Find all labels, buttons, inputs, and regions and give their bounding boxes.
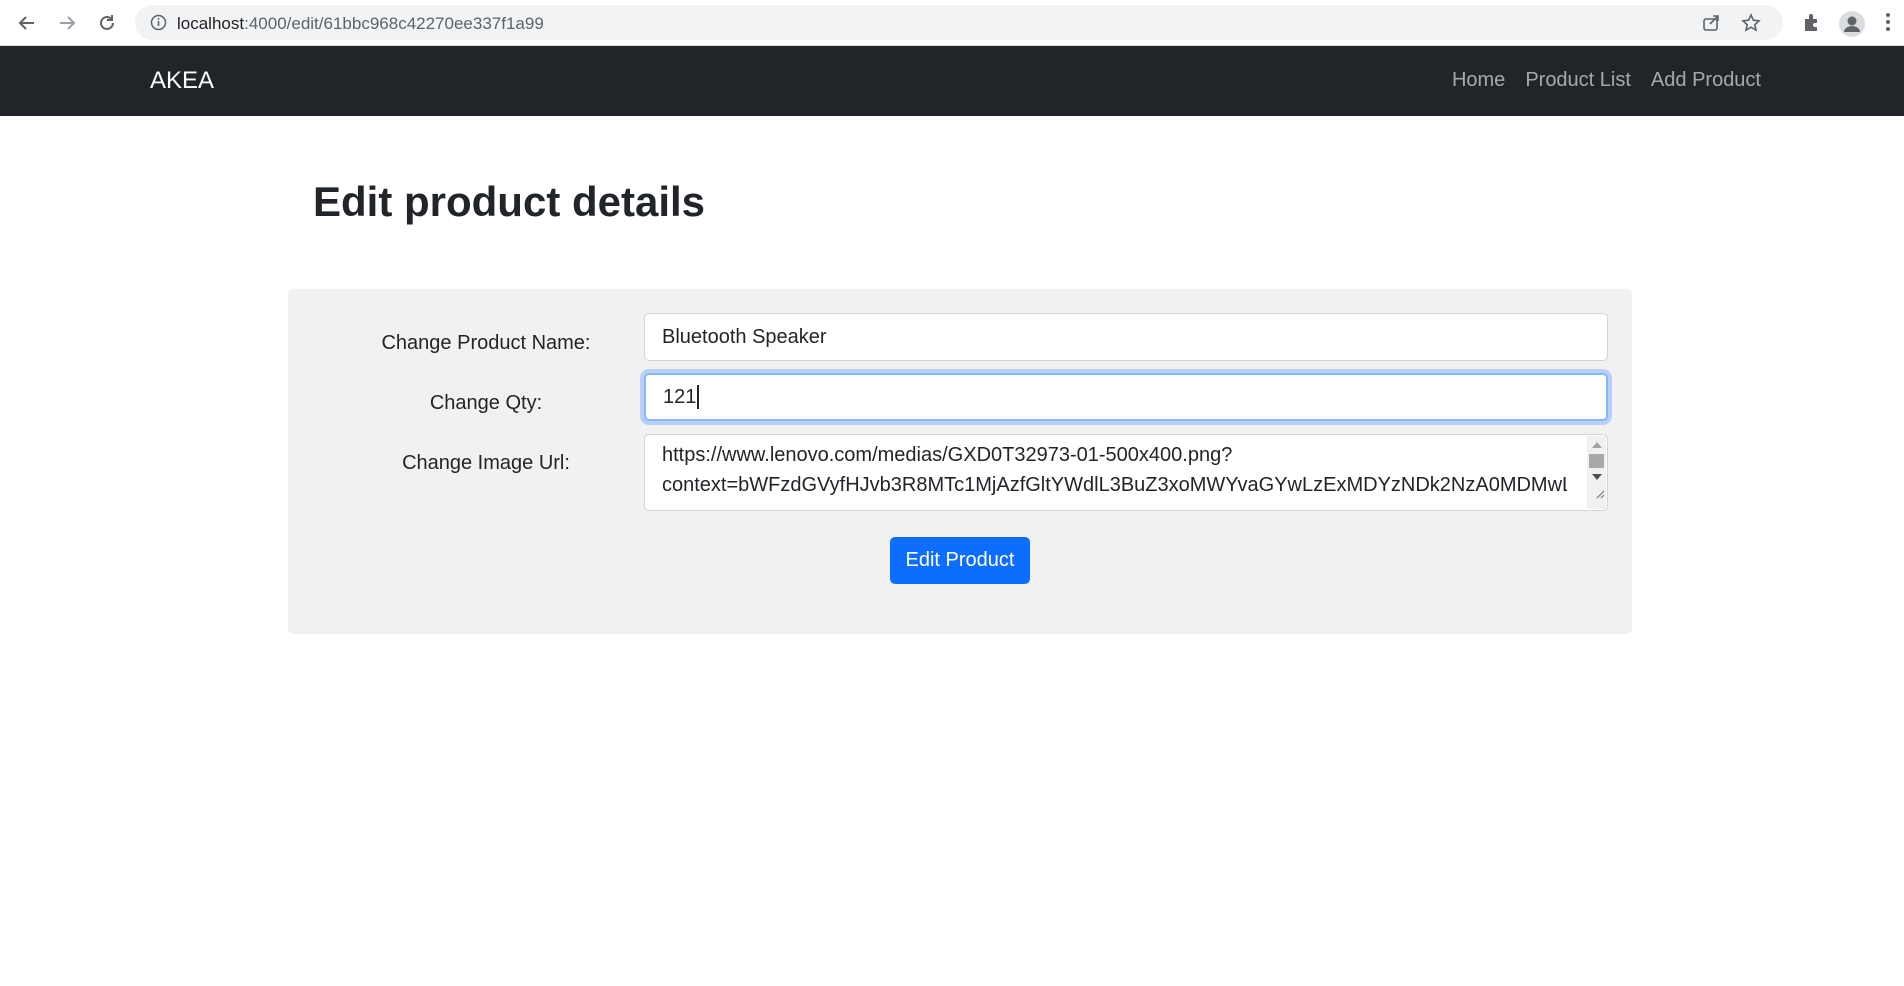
text-caret — [697, 385, 700, 409]
arrow-right-icon — [60, 16, 76, 30]
top-navbar: AKEA Home Product List Add Product — [0, 46, 1904, 116]
nav-link-product-list[interactable]: Product List — [1525, 69, 1631, 92]
product-name-label: Change Product Name: — [381, 332, 591, 354]
product-name-input[interactable]: Bluetooth Speaker — [644, 313, 1608, 361]
qty-label: Change Qty: — [429, 392, 543, 414]
qty-value: 121 — [663, 385, 697, 408]
qty-input[interactable]: 121 — [644, 373, 1608, 421]
profile-avatar-icon[interactable] — [1839, 11, 1865, 42]
edit-product-button[interactable]: Edit Product — [890, 537, 1030, 584]
product-name-value: Bluetooth Speaker — [662, 325, 827, 348]
image-url-line-2: context=bWFzdGVyfHJvb3R8MTc1MjAzfGltYWdl… — [662, 474, 1567, 496]
url-host: localhost — [177, 14, 245, 33]
image-url-label: Change Image Url: — [402, 452, 570, 474]
edit-product-form: Change Product Name: Bluetooth Speaker C… — [288, 289, 1632, 634]
bookmark-star-icon[interactable] — [1741, 13, 1761, 38]
back-button[interactable] — [15, 11, 39, 35]
site-info-icon[interactable] — [150, 14, 167, 36]
nav-link-home[interactable]: Home — [1452, 69, 1505, 92]
arrow-left-icon — [18, 16, 34, 30]
extensions-icon[interactable] — [1801, 11, 1823, 38]
reload-button[interactable] — [95, 11, 119, 35]
image-url-textarea[interactable]: https://www.lenovo.com/medias/GXD0T32973… — [644, 434, 1608, 511]
image-url-line-1: https://www.lenovo.com/medias/GXD0T32973… — [662, 444, 1233, 466]
page-title: Edit product details — [313, 178, 706, 225]
nav-link-add-product[interactable]: Add Product — [1651, 69, 1761, 92]
reload-icon — [100, 15, 114, 30]
scroll-thumb[interactable] — [1589, 454, 1604, 468]
nav-links: Home Product List Add Product — [1452, 69, 1761, 92]
share-icon[interactable] — [1701, 13, 1721, 38]
menu-kebab-icon[interactable] — [1885, 11, 1891, 38]
forward-button[interactable] — [55, 11, 79, 35]
address-bar[interactable]: localhost:4000/edit/61bbc968c42270ee337f… — [135, 5, 1783, 40]
scroll-up-arrow-icon[interactable] — [1592, 442, 1602, 448]
url-text: localhost:4000/edit/61bbc968c42270ee337f… — [177, 14, 544, 34]
resize-grip-icon[interactable] — [1595, 478, 1605, 508]
brand-logo[interactable]: AKEA — [150, 67, 214, 95]
browser-toolbar: localhost:4000/edit/61bbc968c42270ee337f… — [0, 0, 1904, 46]
url-path: :4000/edit/61bbc968c42270ee337f1a99 — [244, 14, 544, 33]
